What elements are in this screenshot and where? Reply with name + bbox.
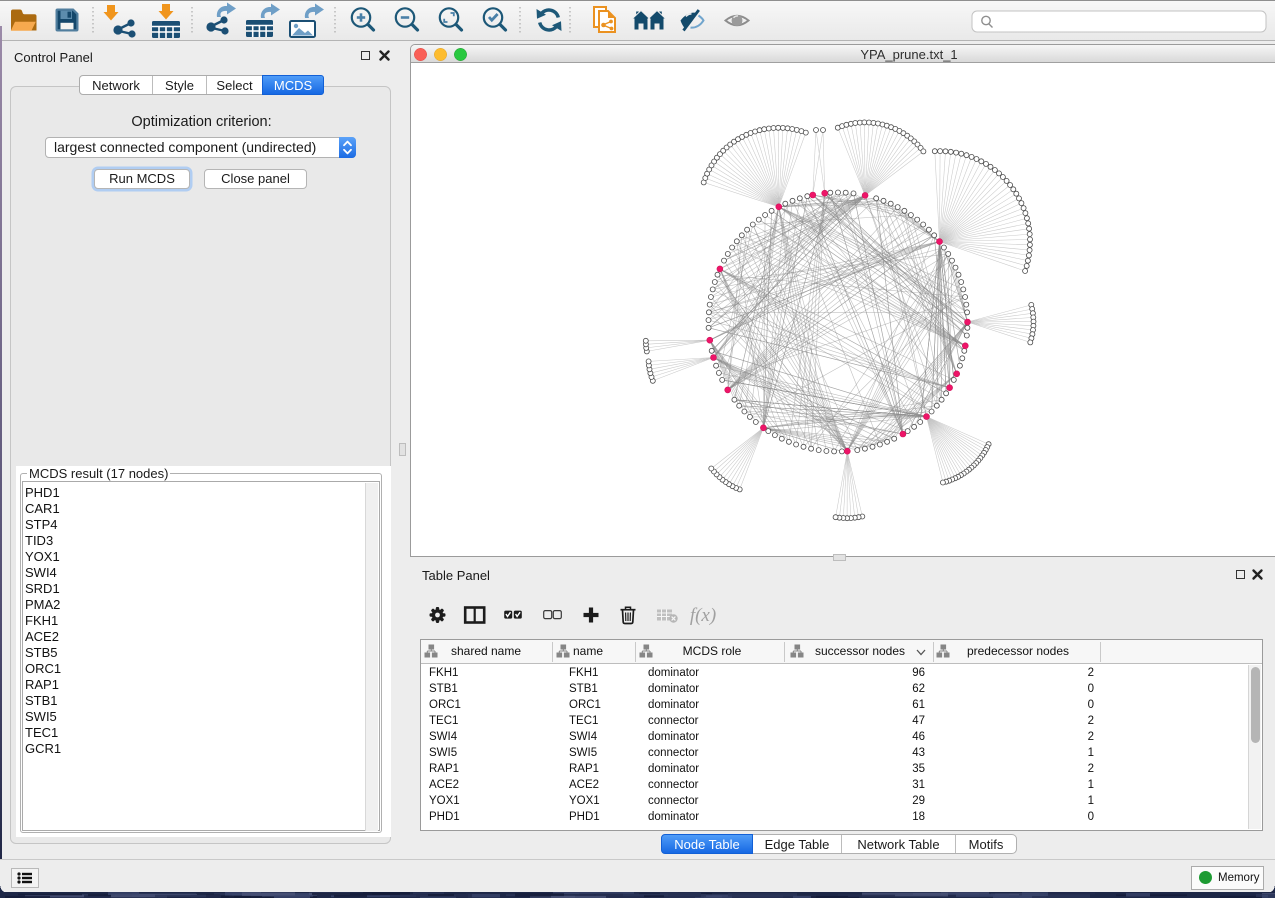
svg-text:f(x): f(x) (690, 605, 716, 626)
